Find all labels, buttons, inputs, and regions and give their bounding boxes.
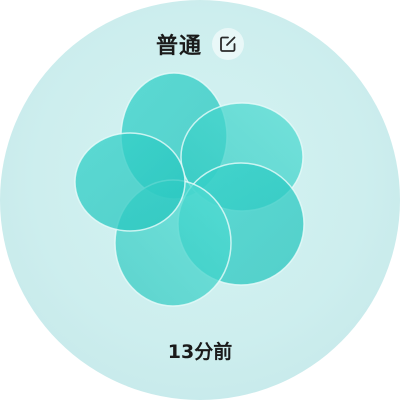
timestamp: 13分前	[167, 341, 233, 363]
flower-petals	[74, 72, 305, 307]
petal	[74, 132, 186, 232]
watch-face: 普通 13分前	[0, 0, 400, 400]
